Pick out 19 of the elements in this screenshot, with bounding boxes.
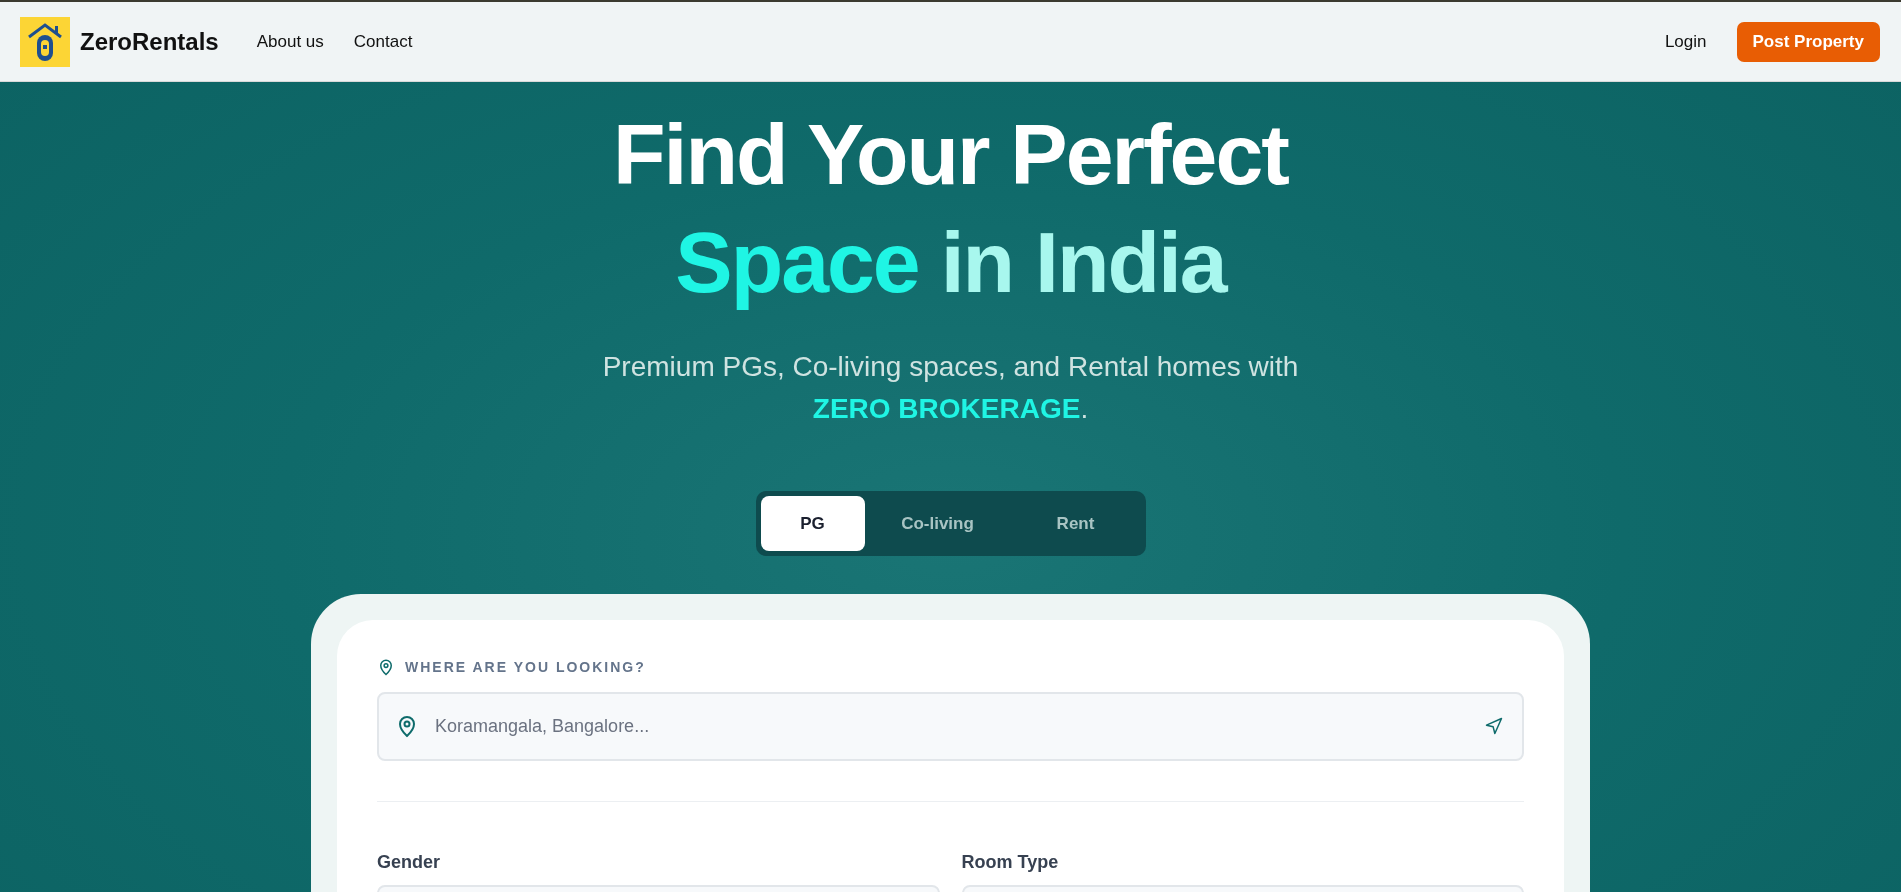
filter-label: Room Type	[961, 852, 1060, 873]
location-search-field[interactable]: Koramangala, Bangalore...	[377, 692, 1524, 761]
nav-link[interactable]: About us	[256, 31, 324, 52]
navigation-arrow-icon[interactable]	[1484, 716, 1504, 736]
filter-label: Gender	[377, 852, 442, 873]
hero-title: Find Your Perfect	[613, 105, 1288, 204]
hero-title-accent: Space	[675, 213, 919, 312]
location-pin-icon	[377, 658, 395, 676]
post-property-button[interactable]: Post Property	[1736, 21, 1880, 62]
house-logo-icon[interactable]	[20, 16, 70, 67]
hero-title: in India	[940, 213, 1226, 312]
search-label: WHERE ARE YOU LOOKING?	[405, 659, 646, 675]
category-tab[interactable]: Co-living	[872, 496, 1003, 551]
hero-subtitle: Premium PGs, Co-living spaces, and Rental homes with ZERO BROKERAGE.	[602, 350, 1299, 426]
login-link[interactable]: Login	[1664, 31, 1707, 52]
category-tab[interactable]: Rent	[1010, 496, 1141, 551]
category-tab[interactable]: PG	[760, 496, 865, 551]
nav-link[interactable]: Contact	[353, 31, 413, 52]
brand-name[interactable]: ZeroRentals	[80, 27, 219, 56]
